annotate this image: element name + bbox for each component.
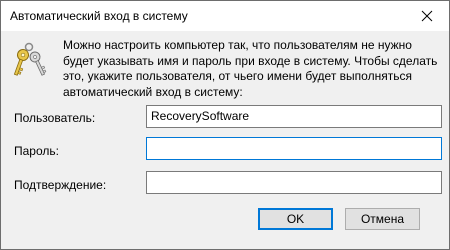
keys-icon <box>13 42 47 76</box>
description-text: Можно настроить компьютер так, что польз… <box>63 38 438 99</box>
cancel-button[interactable]: Отмена <box>345 208 420 230</box>
confirm-label: Подтверждение: <box>14 178 107 192</box>
password-label: Пароль: <box>14 144 59 158</box>
dialog-body: Можно настроить компьютер так, что польз… <box>1 31 449 249</box>
autologon-dialog: Автоматический вход в систему Можно наст… <box>0 0 450 250</box>
close-button[interactable] <box>404 1 449 31</box>
window-title: Автоматический вход в систему <box>10 9 188 23</box>
ok-button[interactable]: OK <box>258 208 333 230</box>
confirm-password-field[interactable] <box>146 171 442 194</box>
user-label: Пользователь: <box>14 111 96 125</box>
title-bar[interactable]: Автоматический вход в систему <box>1 1 449 31</box>
close-icon <box>421 10 432 22</box>
user-field[interactable]: RecoverySoftware <box>146 105 442 128</box>
password-field[interactable] <box>146 137 442 160</box>
